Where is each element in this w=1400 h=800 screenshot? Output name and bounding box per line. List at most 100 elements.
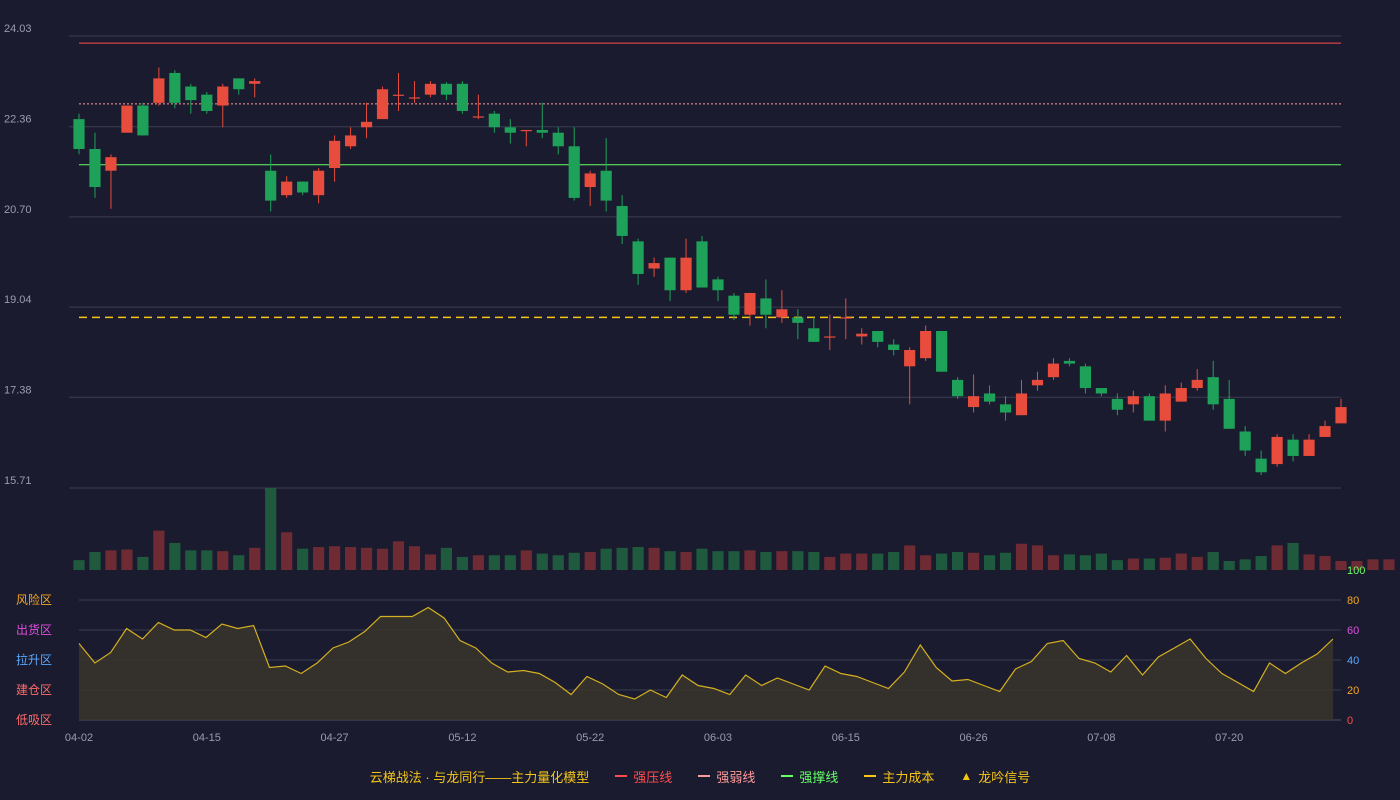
candle-body: [185, 86, 197, 101]
candle: [536, 102, 548, 139]
candle-body: [1335, 407, 1347, 424]
candle-body: [536, 129, 548, 133]
volume-bar: [137, 556, 149, 570]
candle: [249, 78, 261, 98]
x-tick-label: 07-08: [1087, 732, 1115, 744]
candle-body: [392, 94, 405, 96]
volume-bar: [297, 548, 309, 570]
price-axis: 15.71 17.38 19.04 20.70 22.36 24.03: [4, 23, 32, 487]
candle-body: [472, 116, 484, 118]
legend-cost-label: 主力成本: [882, 769, 935, 785]
candle: [840, 298, 852, 340]
x-tick-label: 04-15: [193, 732, 221, 744]
candle-body: [1095, 388, 1107, 394]
candle-body: [1111, 398, 1123, 410]
candle-body: [760, 298, 772, 315]
volume-bar: [952, 551, 964, 570]
candle: [504, 119, 516, 144]
legend-cost[interactable]: 主力成本: [864, 767, 934, 786]
volume-bar: [616, 547, 628, 570]
volume-bar: [360, 547, 373, 570]
candle: [600, 138, 612, 212]
oscillator-band-label: 建仓区: [16, 683, 52, 697]
legend-weak[interactable]: 强弱线: [698, 767, 755, 786]
legend-support-label: 强撑线: [799, 769, 839, 785]
y-tick-label: 15.71: [4, 475, 32, 487]
volume-bar: [936, 553, 948, 570]
volume-series: [73, 488, 1395, 570]
candle-body: [201, 94, 213, 111]
volume-bar: [488, 555, 500, 570]
volume-bar: [265, 488, 277, 570]
volume-bar: [281, 532, 293, 570]
candle: [1335, 398, 1347, 424]
y-tick-label: 20.70: [4, 204, 32, 216]
candle-body: [1223, 398, 1235, 429]
candle-body: [600, 170, 612, 201]
volume-bar: [872, 553, 884, 570]
legend-pressure[interactable]: 强压线: [615, 767, 672, 786]
candle-body: [952, 379, 964, 397]
volume-bar: [456, 556, 468, 570]
y-tick-label: 24.03: [4, 23, 32, 35]
candle-body: [137, 105, 149, 136]
candle-body: [424, 83, 437, 95]
chart-legend: 云梯战法 · 与龙同行——主力量化模型 强压线 强弱线 强撑线 主力成本 ▲ 龙…: [0, 766, 1400, 786]
volume-bar: [776, 551, 788, 570]
candle: [1191, 369, 1203, 391]
volume-bar: [440, 547, 453, 570]
candle: [329, 135, 341, 182]
legend-signal[interactable]: ▲ 龙吟信号: [960, 767, 1030, 786]
oscillator-band-label: 风险区: [16, 592, 52, 607]
volume-bar: [1319, 556, 1331, 570]
candle-body: [1319, 426, 1331, 437]
candle-body: [1303, 439, 1315, 456]
candle: [121, 105, 133, 133]
candle-body: [233, 78, 245, 90]
candle-body: [281, 181, 293, 196]
candle: [1127, 390, 1139, 413]
candle-body: [121, 105, 133, 133]
candle-body: [456, 83, 468, 111]
volume-bar: [696, 548, 708, 570]
weak-line-swatch: [698, 775, 711, 777]
candle: [1159, 385, 1171, 432]
candle-body: [840, 317, 852, 319]
candle-body: [1127, 396, 1139, 405]
volume-bar: [1127, 558, 1139, 570]
oscillator-scale-label: 0: [1347, 715, 1353, 727]
candle: [936, 330, 948, 372]
legend-signal-label: 龙吟信号: [978, 769, 1031, 785]
x-tick-label: 07-20: [1215, 732, 1243, 744]
candle: [105, 154, 117, 209]
volume-bar: [792, 551, 804, 570]
candle-body: [1207, 377, 1219, 405]
legend-support[interactable]: 强撑线: [781, 767, 838, 786]
candle: [217, 83, 229, 128]
candle-body: [792, 317, 804, 323]
candle-body: [408, 97, 421, 99]
volume-bar: [967, 552, 980, 570]
volume-bar: [983, 555, 996, 570]
volume-bar: [376, 548, 389, 570]
volume-bar: [1223, 560, 1235, 570]
candle-body: [344, 135, 357, 147]
candle: [1223, 379, 1235, 429]
candle: [344, 127, 357, 149]
candle: [1031, 371, 1044, 391]
oscillator-series: [78, 606, 1334, 720]
volume-bar: [856, 553, 868, 570]
volume-bar: [392, 541, 405, 570]
x-tick-label: 04-02: [65, 732, 93, 744]
candle: [904, 347, 916, 405]
candlestick-series: [73, 67, 1347, 475]
cost-line-swatch: [864, 775, 877, 777]
candle: [744, 292, 756, 326]
candle: [137, 102, 149, 136]
candle: [568, 127, 580, 201]
volume-bar: [121, 549, 133, 570]
volume-bar: [329, 546, 341, 570]
volume-bar: [728, 551, 740, 570]
legend-model: 云梯战法 · 与龙同行——主力量化模型: [370, 767, 590, 786]
volume-bar: [1015, 543, 1028, 570]
